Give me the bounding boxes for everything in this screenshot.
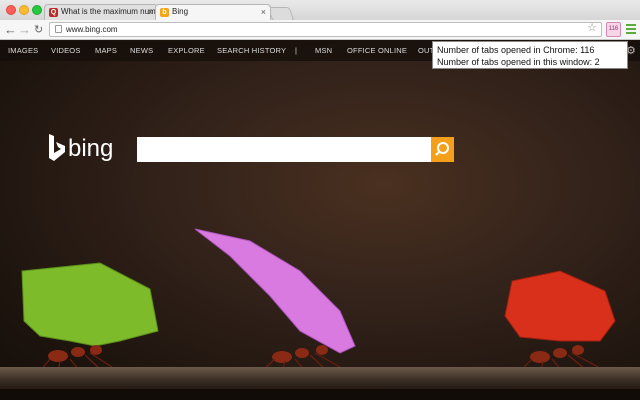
close-icon[interactable]: × <box>148 5 153 19</box>
tab-title: Bing <box>172 7 189 16</box>
branch <box>0 367 640 389</box>
tab-quora[interactable]: Q What is the maximum num × <box>44 4 158 20</box>
extension-badge: 116 <box>608 26 619 32</box>
tab-counter-extension-icon[interactable]: 116 <box>606 22 621 37</box>
new-tab-button[interactable] <box>267 7 295 21</box>
minimize-window-button[interactable] <box>19 5 29 15</box>
tab-bing[interactable]: b Bing × <box>155 4 271 20</box>
address-bar[interactable]: www.bing.com ☆ <box>49 22 602 37</box>
ground-shadow <box>0 389 640 400</box>
back-arrow-icon[interactable]: ← <box>4 22 17 38</box>
url-text: www.bing.com <box>66 25 118 34</box>
zoom-window-button[interactable] <box>32 5 42 15</box>
bing-homepage: IMAGES VIDEOS MAPS NEWS EXPLORE SEARCH H… <box>0 41 640 400</box>
window-titlebar: Q What is the maximum num × b Bing × <box>0 0 640 21</box>
tab-title: What is the maximum num <box>61 7 156 16</box>
reload-icon[interactable]: ↻ <box>34 22 43 38</box>
star-icon[interactable]: ☆ <box>587 22 597 35</box>
close-window-button[interactable] <box>6 5 16 15</box>
forward-arrow-icon[interactable]: → <box>18 22 31 38</box>
close-icon[interactable]: × <box>261 5 266 19</box>
tooltip-line-window: Number of tabs opened in this window: 2 <box>437 57 600 67</box>
background-photo <box>21 228 616 374</box>
chrome-menu-icon[interactable] <box>626 24 636 34</box>
quora-icon: Q <box>49 8 58 17</box>
browser-toolbar: ← → ↻ www.bing.com ☆ <box>0 20 640 40</box>
page-icon <box>55 25 62 33</box>
bing-icon: b <box>160 8 169 17</box>
extension-tooltip: Number of tabs opened in Chrome: 116 Num… <box>432 41 628 69</box>
tooltip-line-chrome: Number of tabs opened in Chrome: 116 <box>437 45 595 55</box>
